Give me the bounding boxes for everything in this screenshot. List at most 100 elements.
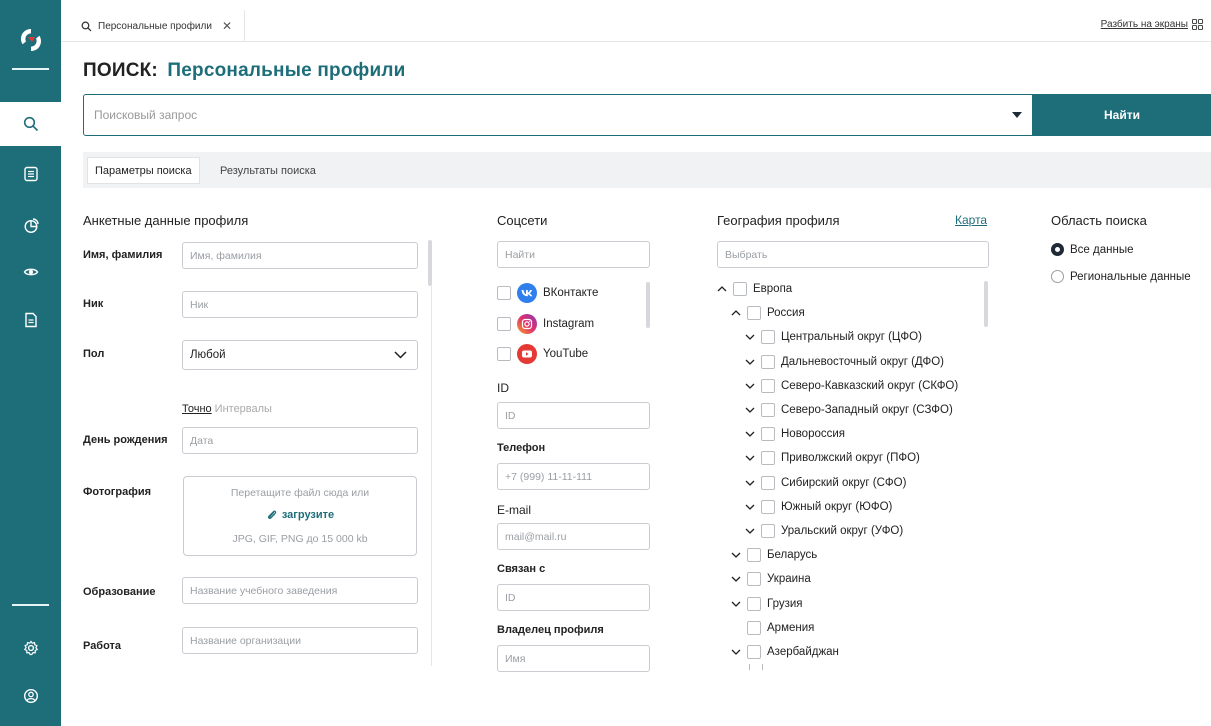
geo-tree-item[interactable]: Центральный округ (ЦФО) (745, 327, 922, 347)
tab-search-params[interactable]: Параметры поиска (87, 157, 200, 184)
geo-tree-checkbox[interactable] (761, 378, 775, 393)
chevron-up-icon[interactable] (717, 284, 727, 294)
rail-item-list[interactable] (0, 152, 61, 196)
geo-tree-scrollbar[interactable] (984, 281, 988, 327)
scope-radio-regional[interactable] (1051, 270, 1064, 283)
geo-tree-checkbox[interactable] (761, 403, 775, 417)
geo-tree-item[interactable]: Дальневосточный округ (ДФО) (745, 352, 944, 372)
work-field[interactable]: Название организации (182, 627, 418, 654)
scope-radio-all[interactable] (1051, 243, 1064, 256)
rail-item-profile[interactable] (0, 674, 61, 718)
geo-tree-item[interactable]: Беларусь (731, 545, 817, 565)
chevron-down-icon[interactable] (731, 550, 741, 560)
search-dropdown-toggle[interactable] (1002, 112, 1032, 118)
nick-field[interactable]: Ник (182, 291, 418, 318)
geo-tree-checkbox[interactable] (761, 427, 775, 442)
gender-value: Любой (190, 349, 226, 361)
linked-field[interactable]: ID (497, 584, 650, 611)
geo-tree-checkbox[interactable] (747, 596, 761, 611)
rail-item-search[interactable] (0, 102, 61, 146)
map-link[interactable]: Карта (955, 213, 987, 227)
chevron-up-icon[interactable] (731, 308, 741, 318)
geo-tree-checkbox[interactable] (749, 664, 763, 670)
chevron-down-icon[interactable] (745, 357, 755, 367)
geo-tree-checkbox[interactable] (747, 620, 761, 635)
geo-tree-checkbox[interactable] (747, 572, 761, 587)
id-field[interactable]: ID (497, 402, 650, 429)
name-field[interactable]: Имя, фамилия (182, 242, 418, 269)
geo-tree-item[interactable]: Россия (731, 303, 805, 323)
chevron-down-icon[interactable] (745, 478, 755, 488)
rail-item-settings[interactable] (0, 626, 61, 670)
geo-tree-checkbox[interactable] (747, 306, 761, 321)
geo-tree-checkbox[interactable] (761, 451, 775, 466)
geo-tree-item[interactable]: Сибирский округ (СФО) (745, 473, 906, 493)
email-field[interactable]: mail@mail.ru (497, 523, 650, 550)
geo-tree-checkbox[interactable] (761, 524, 775, 538)
social-vk[interactable]: ВКонтакте (497, 282, 598, 304)
split-screen-button[interactable]: Разбить на экраны (1101, 19, 1203, 30)
owner-field[interactable]: Имя (497, 645, 650, 672)
chevron-down-icon[interactable] (745, 453, 755, 463)
geo-tree-checkbox[interactable] (761, 354, 775, 369)
photo-upload-link[interactable]: загрузите (184, 509, 416, 521)
app-logo[interactable] (0, 10, 61, 70)
profile-scrollbar[interactable] (428, 240, 432, 286)
education-field[interactable]: Название учебного заведения (182, 577, 418, 604)
social-vk-checkbox[interactable] (497, 286, 511, 300)
chevron-down-icon[interactable] (745, 502, 755, 512)
find-button[interactable]: Найти (1033, 94, 1211, 136)
geo-tree-item[interactable]: Европа (717, 279, 792, 299)
geo-tree-item[interactable]: Азербайджан (731, 642, 839, 662)
geo-tree-item[interactable]: Армения (731, 618, 814, 638)
geo-tree-item[interactable]: Уральский округ (УФО) (745, 521, 903, 541)
chevron-down-icon[interactable] (745, 429, 755, 439)
geo-tree-label: Азербайджан (767, 646, 839, 658)
rail-item-monitoring[interactable] (0, 250, 61, 294)
geo-tree-checkbox[interactable] (761, 475, 775, 490)
photo-dropzone[interactable]: Перетащите файл сюда или загрузите JPG, … (183, 476, 417, 556)
geo-tree-checkbox[interactable] (747, 645, 761, 659)
chevron-down-icon[interactable] (731, 574, 741, 584)
gender-select[interactable]: Любой (182, 340, 418, 370)
scope-option-all[interactable]: Все данные (1051, 243, 1133, 256)
document-icon (24, 312, 37, 328)
geo-tree-checkbox[interactable] (761, 330, 775, 345)
geo-tree-item[interactable]: Новороссия (745, 424, 845, 444)
linked-label: Связан с (497, 563, 546, 575)
tab-search-results[interactable]: Результаты поиска (213, 157, 323, 184)
rail-item-reports[interactable] (0, 298, 61, 342)
social-instagram-checkbox[interactable] (497, 317, 511, 331)
search-input[interactable] (84, 95, 1002, 135)
chevron-down-icon[interactable] (731, 599, 741, 609)
rail-item-analytics[interactable] (0, 204, 61, 248)
chevron-down-icon[interactable] (731, 647, 741, 657)
geo-tree-item[interactable]: Южный округ (ЮФО) (745, 497, 892, 517)
geo-tree-checkbox[interactable] (761, 499, 775, 514)
geo-tree-checkbox[interactable] (747, 548, 761, 563)
geo-tree-checkbox[interactable] (733, 282, 747, 296)
scope-option-regional[interactable]: Региональные данные (1051, 270, 1191, 283)
chevron-down-icon[interactable] (745, 381, 755, 391)
geo-tree-item[interactable]: Грузия (731, 594, 803, 614)
chevron-down-icon[interactable] (745, 332, 755, 342)
phone-field[interactable]: +7 (999) 11-11-111 (497, 463, 650, 490)
tab-personal-profiles[interactable]: Персональные профили ✕ (71, 10, 245, 42)
chevron-down-icon[interactable] (745, 405, 755, 415)
mode-interval[interactable]: Интервалы (215, 403, 272, 415)
geo-tree-item[interactable]: Приволжский округ (ПФО) (745, 448, 920, 468)
close-icon[interactable]: ✕ (222, 19, 232, 33)
chevron-down-icon[interactable] (745, 526, 755, 536)
social-youtube-checkbox[interactable] (497, 347, 511, 361)
work-label: Работа (83, 640, 122, 652)
geo-tree-item[interactable]: Украина (731, 569, 811, 589)
birthday-field[interactable]: Дата (182, 427, 418, 454)
geo-tree-item[interactable]: Северо-Кавказский округ (СКФО) (745, 376, 958, 396)
geo-tree-item[interactable]: Северо-Западный округ (СЗФО) (745, 400, 953, 420)
social-list-scrollbar[interactable] (646, 282, 650, 328)
mode-exact[interactable]: Точно (182, 403, 212, 415)
geo-select-field[interactable]: Выбрать (717, 241, 989, 268)
social-search-field[interactable]: Найти (497, 241, 650, 268)
social-youtube[interactable]: YouTube (497, 343, 588, 365)
social-instagram[interactable]: Instagram (497, 313, 594, 335)
